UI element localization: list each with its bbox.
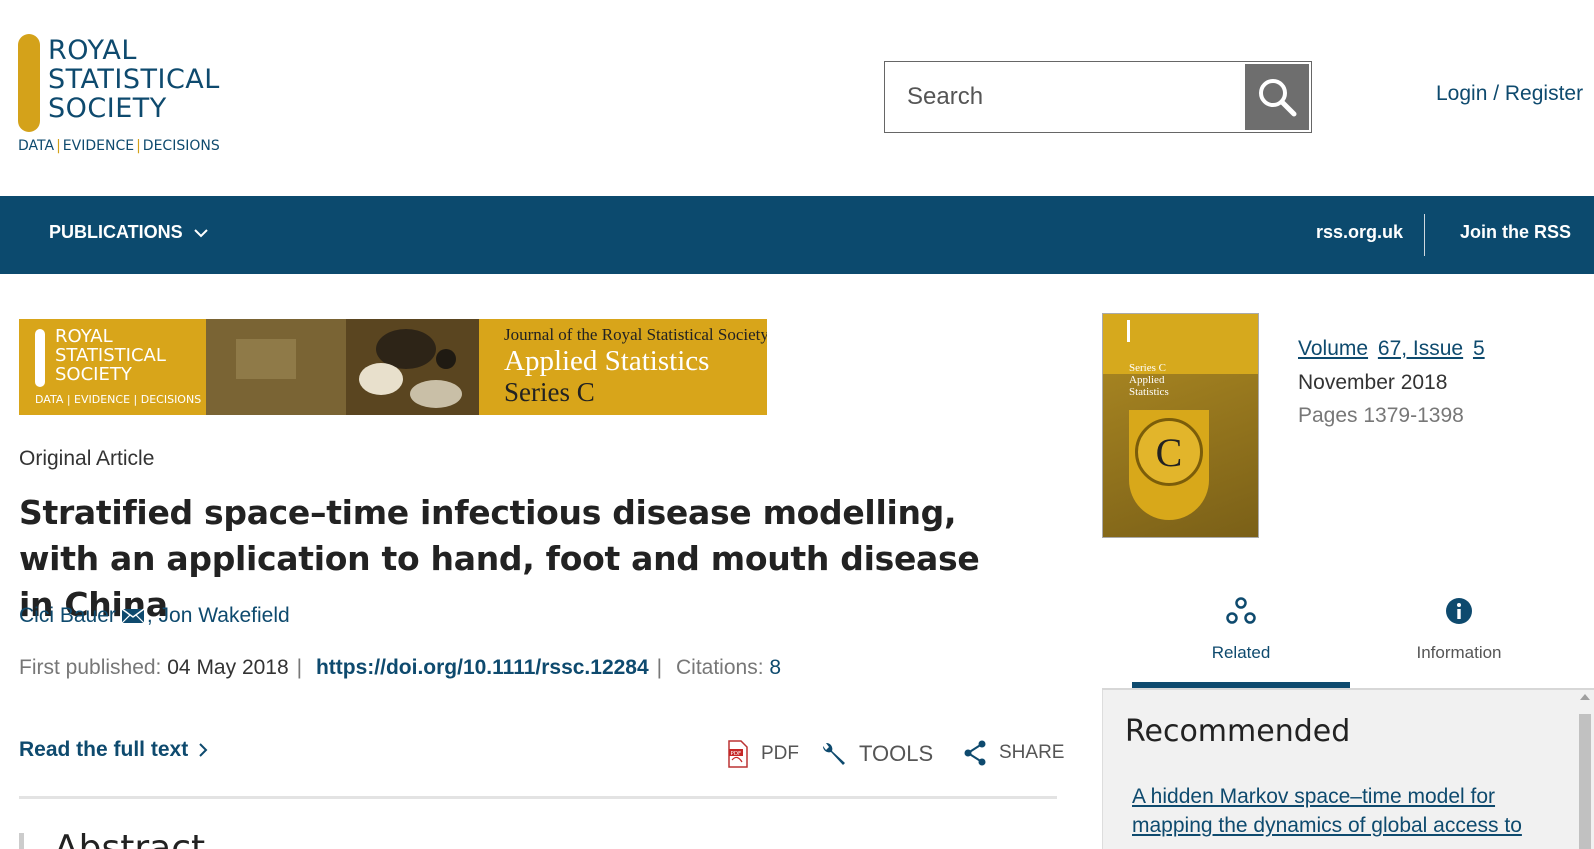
- abstract-accent-bar: [19, 833, 24, 849]
- tools-button[interactable]: TOOLS: [819, 740, 933, 768]
- publication-info: First published: 04 May 2018 | https://do…: [19, 656, 782, 679]
- scroll-up-arrow-icon[interactable]: [1580, 694, 1590, 700]
- recommended-panel: Recommended A hidden Markov space–time m…: [1102, 690, 1594, 849]
- citations-label: Citations:: [675, 656, 764, 679]
- banner-logo-tagline: DATA | EVIDENCE | DECISIONS: [35, 393, 202, 406]
- search-input[interactable]: [885, 62, 1245, 132]
- recommended-heading: Recommended: [1125, 714, 1351, 749]
- chevron-right-icon: [199, 743, 208, 757]
- issue-date: November 2018: [1298, 371, 1448, 394]
- volume-number-link[interactable]: 67, Issue: [1378, 337, 1463, 360]
- related-icon: [1226, 597, 1256, 624]
- author-link-1[interactable]: Cici Bauer: [19, 604, 116, 628]
- read-full-text-link[interactable]: Read the full text: [19, 738, 208, 762]
- search-button[interactable]: [1245, 64, 1309, 130]
- citations-count-link[interactable]: 8: [769, 656, 781, 679]
- main-nav: PUBLICATIONS rss.org.uk Join the RSS: [0, 196, 1594, 274]
- rss-site-link[interactable]: rss.org.uk: [1316, 222, 1403, 243]
- logo-bar-graphic: [18, 34, 40, 132]
- info-icon: [1446, 598, 1472, 624]
- tagline-data: DATA: [18, 138, 55, 154]
- tab-related[interactable]: Related: [1132, 596, 1350, 686]
- author-link-2[interactable]: Jon Wakefield: [159, 604, 290, 628]
- recommended-scrollbar[interactable]: [1576, 690, 1594, 849]
- banner-logo-bar: [35, 329, 45, 387]
- logo-tagline: DATA | EVIDENCE | DECISIONS: [18, 138, 220, 154]
- publications-label: PUBLICATIONS: [49, 222, 183, 242]
- join-rss-link[interactable]: Join the RSS: [1460, 222, 1571, 243]
- abstract-heading: Abstract: [54, 828, 206, 849]
- content-divider: [19, 796, 1057, 799]
- tagline-decisions: DECISIONS: [142, 138, 220, 154]
- banner-series: Series C: [504, 377, 595, 407]
- search-form: [884, 61, 1312, 133]
- rss-logo[interactable]: ROYAL STATISTICAL SOCIETY DATA | EVIDENCE |…: [18, 34, 258, 164]
- cover-seal: C: [1135, 418, 1203, 486]
- first-published-date: 04 May 2018: [167, 656, 289, 679]
- tab-related-label: Related: [1211, 643, 1271, 662]
- issue-number-link[interactable]: 5: [1473, 337, 1485, 360]
- logo-wordmark: ROYAL STATISTICAL SOCIETY: [48, 36, 220, 123]
- nav-divider: [1424, 214, 1425, 256]
- logo-line-1: ROYAL: [48, 35, 137, 66]
- banner-journal-title: Journal of the Royal Statistical Society…: [504, 325, 767, 407]
- journal-banner[interactable]: ROYAL STATISTICAL SOCIETY DATA | EVIDENC…: [19, 319, 767, 415]
- banner-logo-text: ROYAL STATISTICAL SOCIETY: [55, 326, 166, 385]
- publications-menu[interactable]: PUBLICATIONS: [49, 222, 209, 243]
- tab-information-label: Information: [1416, 643, 1502, 662]
- author-list: Cici Bauer , Jon Wakefield: [19, 604, 290, 628]
- tools-label: TOOLS: [859, 741, 934, 766]
- read-full-text-label: Read the full text: [19, 738, 189, 761]
- pdf-label: PDF: [761, 743, 799, 764]
- tagline-evidence: EVIDENCE: [62, 138, 135, 154]
- site-header: ROYAL STATISTICAL SOCIETY DATA | EVIDENCE |…: [0, 0, 1594, 196]
- pdf-button[interactable]: PDF PDF: [727, 740, 799, 768]
- share-button[interactable]: SHARE: [963, 740, 1064, 766]
- logo-line-2: STATISTICAL: [48, 64, 220, 95]
- article-type: Original Article: [19, 447, 155, 470]
- author-separator: ,: [146, 604, 159, 627]
- page-range: Pages 1379-1398: [1298, 404, 1464, 427]
- volume-issue: Volume 67, Issue 5: [1298, 337, 1485, 361]
- search-icon: [1259, 79, 1297, 117]
- logo-line-3: SOCIETY: [48, 93, 167, 124]
- banner-journal-line: Journal of the Royal Statistical Society: [504, 325, 767, 344]
- journal-cover[interactable]: Series C Applied Statistics C: [1102, 313, 1259, 538]
- recommended-article-link[interactable]: A hidden Markov space–time model for map…: [1132, 782, 1562, 840]
- wrench-icon: [822, 742, 845, 765]
- mail-icon[interactable]: [121, 607, 145, 625]
- svg-text:PDF: PDF: [731, 751, 742, 757]
- share-icon: [964, 740, 986, 766]
- doi-link[interactable]: https://doi.org/10.1111/rssc.12284: [316, 656, 649, 679]
- banner-photo-art: [206, 319, 479, 415]
- chevron-down-icon: [193, 228, 208, 237]
- volume-link[interactable]: Volume: [1298, 337, 1368, 360]
- scroll-thumb[interactable]: [1579, 714, 1591, 849]
- share-label: SHARE: [999, 742, 1065, 763]
- tab-information[interactable]: Information: [1350, 596, 1568, 686]
- first-published-label: First published:: [19, 656, 162, 679]
- cover-logo-bar: [1127, 320, 1130, 342]
- pdf-icon: PDF: [728, 740, 748, 768]
- cover-series-text: Series C Applied Statistics: [1129, 362, 1169, 398]
- banner-journal-name: Applied Statistics: [504, 345, 710, 377]
- login-register-link[interactable]: Login / Register: [1436, 82, 1583, 106]
- banner-photo: [206, 319, 479, 415]
